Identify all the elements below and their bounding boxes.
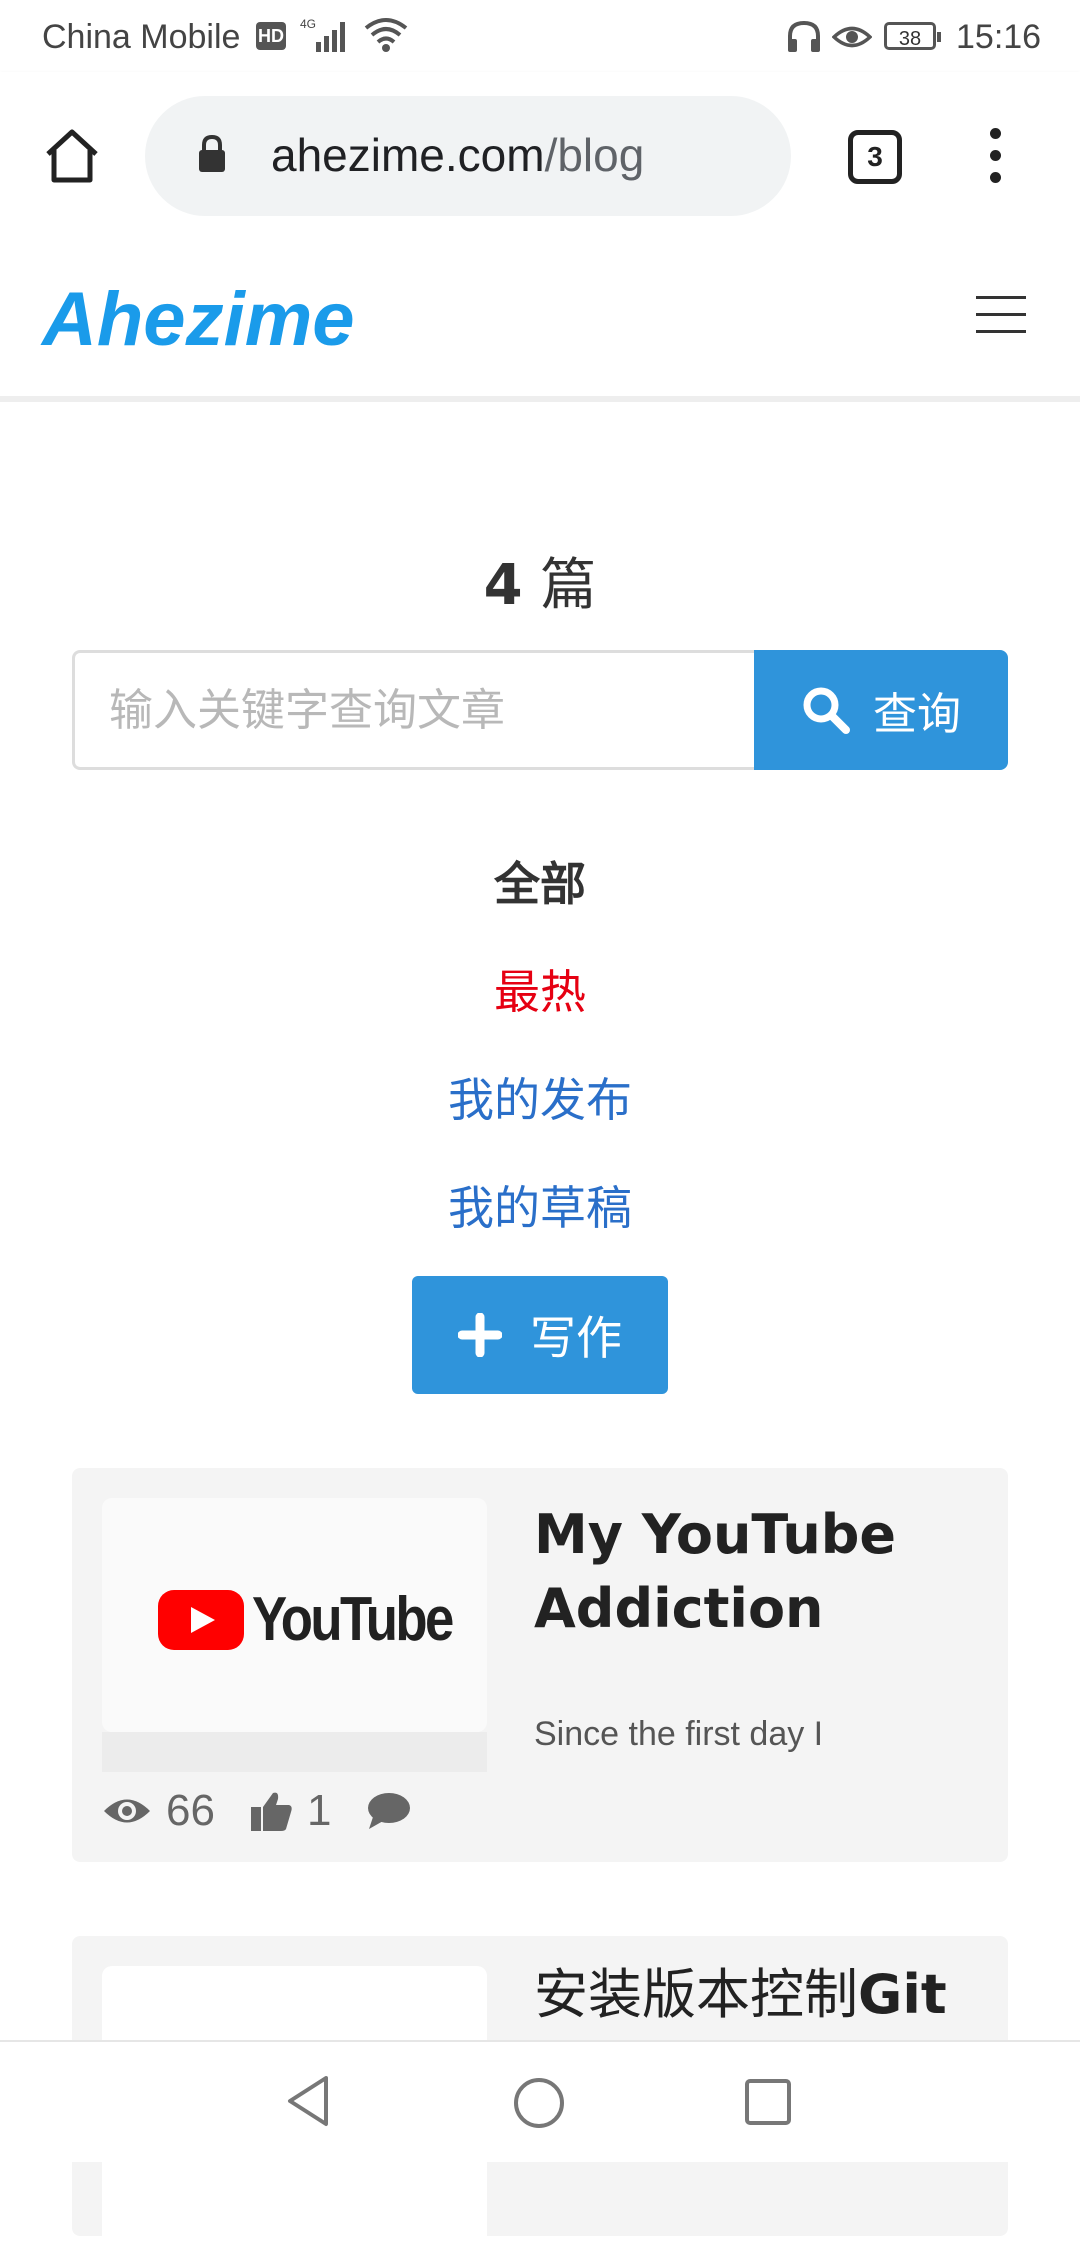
url-text: ahezime.com/blog (271, 129, 645, 181)
thumbs-up-icon (250, 1792, 292, 1831)
comment-button[interactable] (365, 1791, 411, 1831)
filter-my-drafts[interactable]: 我的草稿 (0, 1172, 1080, 1238)
overflow-menu-icon[interactable] (980, 128, 1010, 188)
battery-icon: 38 (884, 22, 941, 50)
play-icon (158, 1589, 244, 1650)
search-button-label: 查询 (873, 689, 961, 740)
article-count: 4 篇 (483, 553, 597, 618)
site-logo[interactable]: Ahezime (42, 276, 355, 363)
signal-icon: 4G (300, 16, 356, 61)
filter-hot[interactable]: 最热 (0, 956, 1080, 1022)
svg-text:4G: 4G (300, 17, 316, 31)
search-bar: 查询 (72, 650, 1008, 770)
back-icon[interactable] (284, 2074, 332, 2132)
lock-icon (197, 134, 227, 174)
youtube-logo: YouTube (158, 1584, 487, 1655)
view-count: 66 (102, 1786, 215, 1836)
plus-icon (458, 1313, 502, 1357)
post-title[interactable]: My YouTube Addiction (534, 1498, 984, 1646)
search-input[interactable] (72, 650, 754, 770)
browser-toolbar: ahezime.com/blog 3 (0, 72, 1080, 240)
write-button-label: 写作 (530, 1311, 622, 1365)
post-title[interactable]: 安装版本控制Git (534, 1958, 1014, 2032)
comment-icon (368, 1793, 411, 1829)
clock: 15:16 (956, 18, 1042, 56)
headphones-icon (786, 20, 822, 59)
hamburger-menu-icon[interactable] (976, 296, 1026, 336)
post-card[interactable]: YouTube My YouTube Addiction Since the f… (72, 1468, 1008, 1862)
search-button[interactable]: 查询 (754, 650, 1008, 770)
system-navigation-bar (0, 2040, 1080, 2162)
hd-badge: HD (256, 22, 286, 50)
status-bar: China Mobile HD 4G 38 15:16 (0, 0, 1080, 72)
post-excerpt: Since the first day I (534, 1715, 824, 1753)
thumbnail-shadow (102, 1732, 487, 1772)
home-icon[interactable] (40, 124, 104, 188)
address-bar[interactable]: ahezime.com/blog (145, 96, 791, 216)
post-stats: 66 1 (102, 1786, 445, 1836)
filter-all[interactable]: 全部 (0, 848, 1080, 914)
post-thumbnail[interactable]: YouTube (102, 1498, 487, 1732)
wifi-icon (364, 16, 408, 61)
home-circle-icon[interactable] (512, 2076, 566, 2134)
eye-comfort-icon (831, 22, 873, 57)
tab-switcher-button[interactable]: 3 (848, 130, 902, 184)
recent-apps-icon[interactable] (744, 2078, 792, 2130)
search-icon (803, 687, 850, 734)
site-header: Ahezime (0, 240, 1080, 402)
write-button[interactable]: 写作 (412, 1276, 668, 1394)
eye-icon (104, 1799, 150, 1823)
like-count[interactable]: 1 (249, 1786, 331, 1836)
filter-my-published[interactable]: 我的发布 (0, 1064, 1080, 1130)
carrier-name: China Mobile (42, 18, 241, 56)
